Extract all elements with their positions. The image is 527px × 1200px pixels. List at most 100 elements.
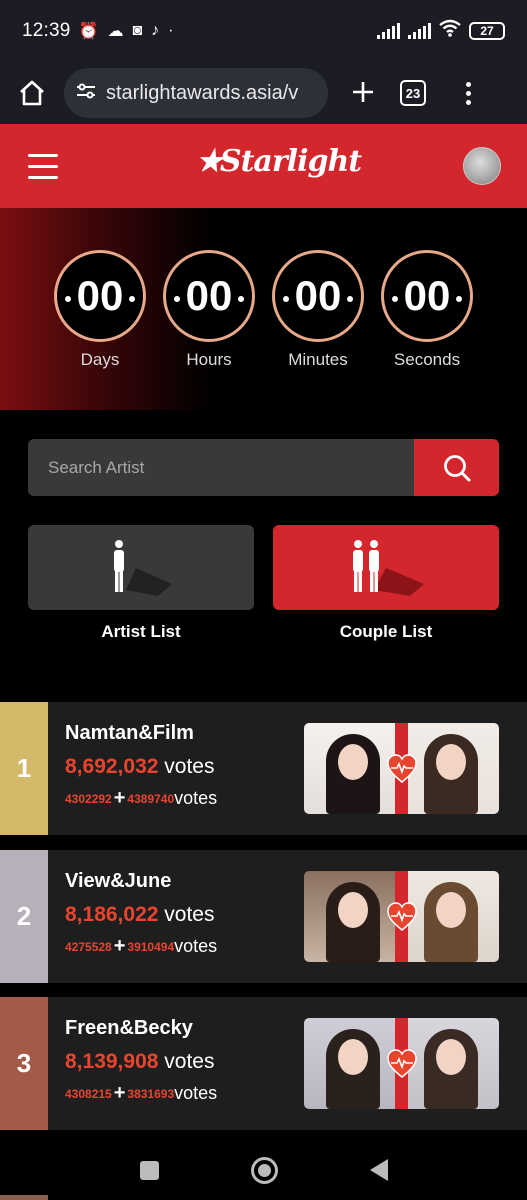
ranking-card[interactable]: 2 View&June 8,186,022 votes 4275528 + 39… — [0, 850, 527, 983]
votes-value: 8,186,022 — [65, 903, 159, 926]
votes-word: votes — [174, 936, 218, 956]
url-text: starlightawards.asia/v — [106, 81, 299, 104]
home-nav-button[interactable] — [250, 1156, 278, 1184]
ranking-info: Namtan&Film 8,692,032 votes 4302292 + 43… — [48, 702, 288, 835]
countdown-label: Hours — [186, 350, 232, 369]
home-button[interactable] — [0, 62, 64, 124]
votes-word: votes — [164, 903, 215, 926]
countdown-seconds: 00 Seconds — [381, 250, 473, 410]
countdown-timer: 00 Days 00 Hours 00 Minutes 00 Seconds — [0, 208, 527, 410]
votes-breakdown: 4308215 + 3831693 votes — [65, 1082, 288, 1105]
plus-sign: + — [113, 935, 126, 957]
site-logo[interactable]: ★ Starlight — [196, 144, 362, 179]
votes-word: votes — [164, 1050, 215, 1073]
couple-photo — [304, 723, 499, 814]
votes-a: 4275528 — [65, 939, 112, 954]
search-button[interactable] — [414, 439, 499, 496]
wifi-icon — [439, 19, 461, 43]
artist-search — [28, 439, 499, 496]
heart-icon — [387, 1049, 417, 1078]
tiktok-icon: ♪ — [151, 22, 160, 39]
couple-icon — [353, 539, 424, 596]
votes-breakdown: 4302292 + 4389740 votes — [65, 787, 288, 810]
artist-list-label: Artist List — [101, 622, 181, 641]
votes-b: 3831693 — [127, 1086, 175, 1101]
countdown-hours: 00 Hours — [163, 250, 255, 410]
total-votes: 8,186,022 votes — [65, 903, 288, 927]
system-nav-bar — [0, 1140, 527, 1200]
plus-icon — [353, 81, 373, 102]
hamburger-menu-icon[interactable] — [28, 153, 58, 179]
votes-word: votes — [174, 788, 218, 808]
rank-number: 1 — [0, 702, 48, 835]
back-button[interactable] — [369, 1159, 388, 1181]
browser-menu-button[interactable] — [466, 81, 471, 105]
countdown-label: Days — [80, 350, 120, 369]
dot-icon: · — [168, 22, 174, 39]
ranking-card[interactable]: 3 Freen&Becky 8,139,908 votes 4308215 + … — [0, 997, 527, 1130]
votes-a: 4302292 — [65, 791, 112, 806]
artist-list-tile[interactable] — [28, 525, 254, 610]
rank-number: 2 — [0, 850, 48, 983]
couple-list-tile[interactable] — [273, 525, 499, 610]
list-buttons: Artist List Couple List — [28, 525, 499, 642]
total-votes: 8,692,032 votes — [65, 755, 288, 779]
tab-switcher-button[interactable]: 23 — [400, 80, 426, 106]
votes-value: 8,139,908 — [65, 1050, 159, 1073]
couple-list-button[interactable]: Couple List — [273, 525, 499, 642]
instagram-icon: ◙ — [132, 22, 143, 39]
status-bar: 12:39 ⏰ ☁ ◙ ♪ · 27 — [0, 0, 527, 62]
artist-list-button[interactable]: Artist List — [28, 525, 254, 642]
countdown-minutes: 00 Minutes — [272, 250, 364, 410]
votes-word: votes — [164, 755, 215, 778]
cloud-game-icon: ☁ — [107, 23, 124, 40]
user-avatar[interactable] — [463, 147, 501, 185]
couple-photo — [304, 1018, 499, 1109]
countdown-days: 00 Days — [54, 250, 146, 410]
couple-list-label: Couple List — [339, 622, 433, 641]
signal-icon-2 — [408, 23, 431, 39]
ranking-info: View&June 8,186,022 votes 4275528 + 3910… — [48, 850, 288, 983]
rank-number: 3 — [0, 997, 48, 1130]
couple-photo — [304, 871, 499, 962]
votes-b: 4389740 — [127, 791, 175, 806]
notification-icons: ⏰ ☁ ◙ ♪ · — [79, 21, 174, 41]
site-settings-icon[interactable] — [76, 83, 96, 104]
votes-value: 8,692,032 — [65, 755, 159, 778]
votes-b: 3910494 — [127, 939, 175, 954]
couple-name: Namtan&Film — [65, 722, 194, 744]
search-input[interactable] — [28, 439, 414, 496]
signal-icon — [377, 23, 400, 39]
couple-name: View&June — [65, 870, 172, 892]
plus-sign: + — [113, 787, 126, 809]
votes-breakdown: 4275528 + 3910494 votes — [65, 935, 288, 958]
heart-icon — [387, 902, 417, 931]
votes-a: 4308215 — [65, 1086, 112, 1101]
recents-button[interactable] — [139, 1160, 159, 1180]
browser-toolbar: starlightawards.asia/v 23 — [0, 62, 527, 124]
ranking-info: Freen&Becky 8,139,908 votes 4308215 + 38… — [48, 997, 288, 1130]
search-icon — [443, 454, 470, 481]
ranking-card[interactable]: 1 Namtan&Film 8,692,032 votes 4302292 + … — [0, 702, 527, 835]
countdown-label: Seconds — [393, 350, 461, 369]
battery-icon: 27 — [469, 22, 505, 40]
countdown-value: 00 — [54, 250, 146, 342]
countdown-label: Minutes — [288, 350, 348, 369]
home-icon — [20, 80, 44, 106]
heart-icon — [387, 754, 417, 783]
new-tab-button[interactable] — [328, 74, 398, 113]
status-time: 12:39 — [22, 20, 71, 41]
total-votes: 8,139,908 votes — [65, 1050, 288, 1074]
countdown-value: 00 — [272, 250, 364, 342]
plus-sign: + — [113, 1082, 126, 1104]
address-bar[interactable]: starlightawards.asia/v — [64, 68, 328, 118]
site-header: ★ Starlight — [0, 124, 527, 208]
couple-name: Freen&Becky — [65, 1017, 193, 1039]
logo-text: Starlight — [219, 144, 362, 179]
votes-word: votes — [174, 1083, 218, 1103]
single-person-icon — [114, 539, 172, 596]
alarm-icon: ⏰ — [78, 23, 99, 40]
star-icon: ★ — [196, 144, 223, 179]
countdown-value: 00 — [163, 250, 255, 342]
next-card-peek — [0, 1195, 48, 1200]
